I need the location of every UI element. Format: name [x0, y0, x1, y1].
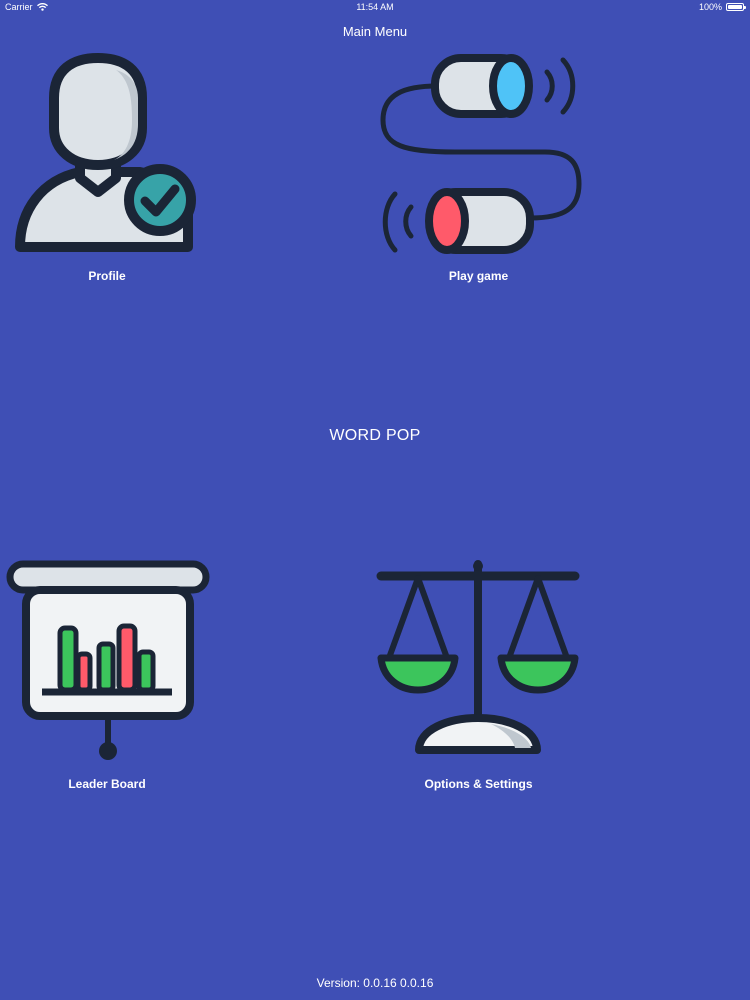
battery-level-fill: [728, 5, 742, 9]
nav-title: Main Menu: [342, 24, 408, 39]
battery-percent: 100%: [698, 2, 722, 12]
play-game-menu-button[interactable]: Play game: [375, 50, 585, 290]
battery-icon: [726, 3, 746, 11]
tin-can-phone-icon: [380, 54, 582, 254]
profile-menu-button[interactable]: Profile: [12, 50, 207, 290]
options-settings-menu-button[interactable]: Options & Settings: [375, 558, 585, 798]
app-title: WORD POP: [329, 427, 421, 444]
options-settings-label: Options & Settings: [424, 777, 533, 791]
profile-label: Profile: [88, 269, 126, 283]
main-menu-screen: Carrier 11:54 AM 100% Main Menu Profile …: [0, 0, 750, 1000]
balance-scale-icon: [376, 560, 580, 754]
leader-board-menu-button[interactable]: Leader Board: [6, 558, 211, 798]
status-bar: Carrier 11:54 AM 100%: [0, 0, 750, 16]
status-time: 11:54 AM: [356, 2, 394, 12]
leader-board-label: Leader Board: [68, 777, 146, 791]
presentation-chart-icon: [6, 560, 210, 760]
user-check-icon: [15, 52, 196, 252]
version-label: Version: 0.0.16 0.0.16: [316, 976, 434, 990]
status-right: 100%: [698, 2, 746, 12]
play-game-label: Play game: [448, 269, 509, 283]
